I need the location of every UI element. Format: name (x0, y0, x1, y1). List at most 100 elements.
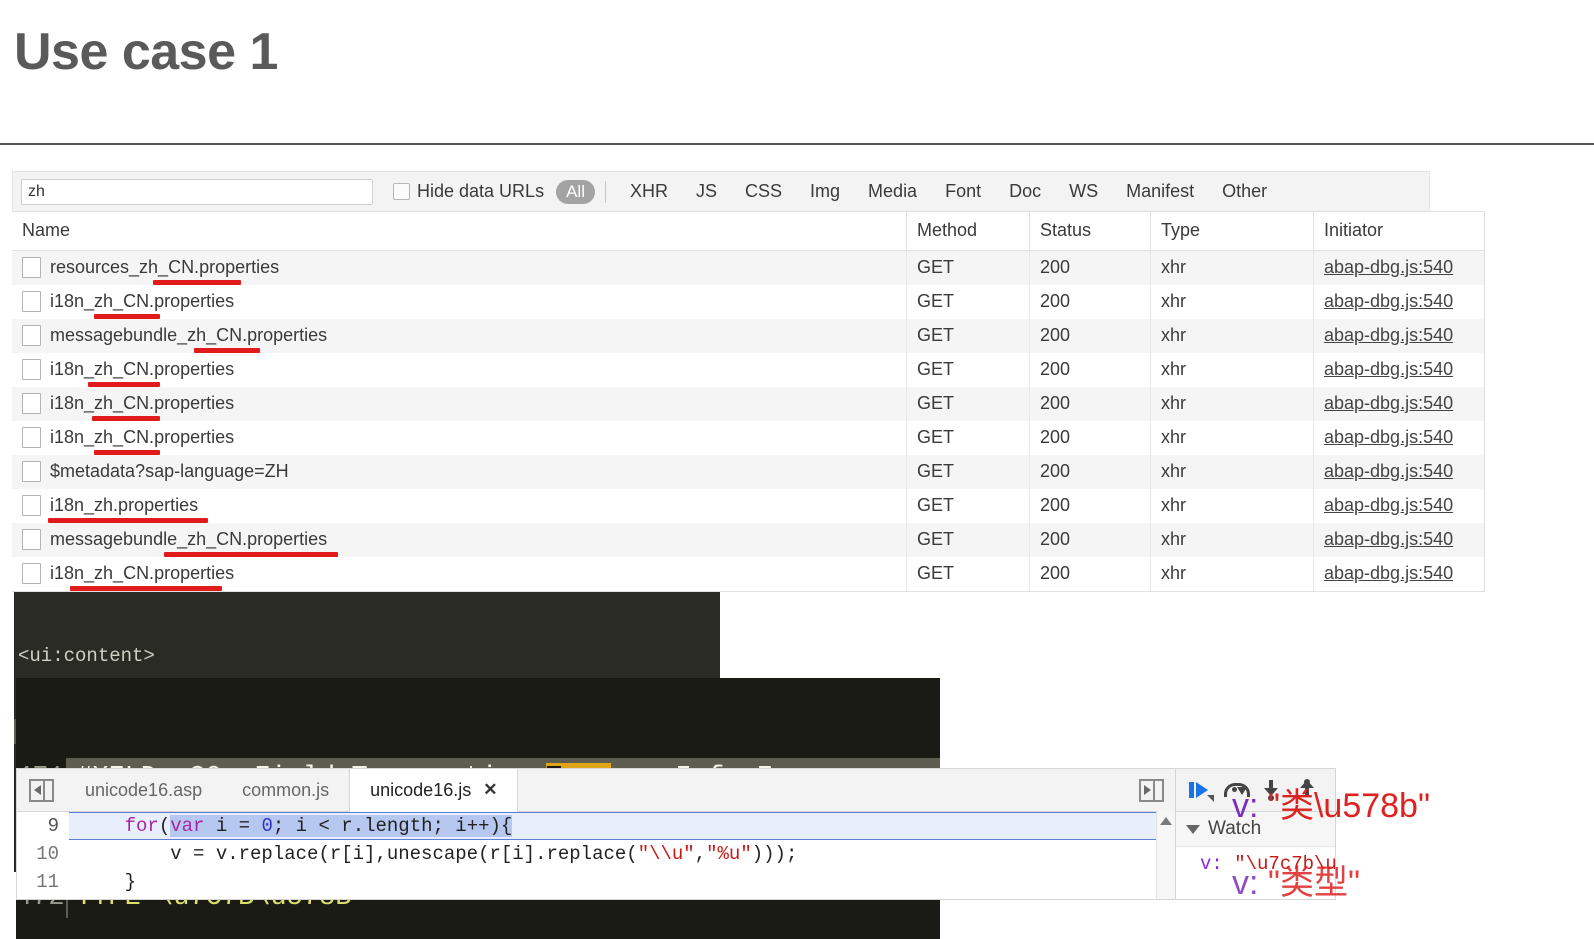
column-header-initiator[interactable]: Initiator (1313, 211, 1485, 251)
filter-type-ws[interactable]: WS (1069, 181, 1098, 202)
request-name[interactable]: i18n_zh_CN.properties (50, 427, 234, 455)
row-checkbox[interactable] (22, 495, 41, 516)
filter-type-other[interactable]: Other (1222, 181, 1267, 202)
initiator-link[interactable]: abap-dbg.js:540 (1324, 359, 1453, 379)
row-checkbox[interactable] (22, 325, 41, 346)
filter-type-all[interactable]: All (556, 179, 595, 204)
cell-method: GET (906, 523, 1030, 557)
hide-data-urls-label: Hide data URLs (417, 181, 545, 201)
row-checkbox[interactable] (22, 427, 41, 448)
row-checkbox[interactable] (22, 393, 41, 414)
table-row[interactable]: messagebundle_zh_CN.properties GET 200 xhr a… (12, 523, 1485, 557)
code-token: , (694, 843, 707, 865)
filter-type-media[interactable]: Media (868, 181, 917, 202)
annotation-escaped-value: v: "类\u578b" (1232, 778, 1430, 827)
request-name[interactable]: $metadata?sap-language=ZH (50, 461, 289, 482)
annotation-var-value: "类型" (1267, 864, 1361, 902)
show-sidebar-button[interactable] (1127, 769, 1175, 811)
request-name[interactable]: resources_zh_CN.properties (50, 257, 279, 285)
filter-separator (604, 180, 606, 203)
tab-label: common.js (242, 779, 330, 800)
cell-name: messagebundle_zh_CN.properties (12, 523, 907, 557)
screenshot-root: Use case 1 Hide data URLs All XHR JS CSS… (0, 0, 1594, 939)
line-number[interactable]: 10 (17, 840, 69, 868)
table-row[interactable]: messagebundle_zh_CN.properties GET 200 xhr a… (12, 319, 1485, 353)
table-row[interactable]: i18n_zh_CN.properties GET 200 xhr abap-dbg.j… (12, 421, 1485, 455)
initiator-link[interactable]: abap-dbg.js:540 (1324, 495, 1453, 515)
filter-type-xhr[interactable]: XHR (630, 181, 668, 202)
cell-type: xhr (1150, 421, 1314, 455)
initiator-link[interactable]: abap-dbg.js:540 (1324, 291, 1453, 311)
cell-initiator: abap-dbg.js:540 (1313, 455, 1485, 489)
code-token: } (79, 871, 137, 893)
initiator-link[interactable]: abap-dbg.js:540 (1324, 461, 1453, 481)
request-name[interactable]: i18n_zh.properties (48, 495, 208, 523)
request-name[interactable]: messagebundle_zh_CN.properties (50, 325, 327, 353)
cell-name: i18n_zh_CN.properties (12, 387, 907, 421)
row-checkbox[interactable] (22, 563, 41, 584)
tab-unicode16-asp[interactable]: unicode16.asp (65, 769, 222, 811)
cell-type: xhr (1150, 557, 1314, 592)
cell-type: xhr (1150, 285, 1314, 319)
show-navigator-button[interactable] (17, 769, 65, 811)
filter-input[interactable] (21, 178, 373, 205)
cell-method: GET (906, 421, 1030, 455)
filter-type-doc[interactable]: Doc (1009, 181, 1041, 202)
filter-type-js[interactable]: JS (696, 181, 717, 202)
filter-type-manifest[interactable]: Manifest (1126, 181, 1194, 202)
request-name[interactable]: i18n_zh_CN.properties (50, 291, 234, 319)
hide-data-urls-checkbox[interactable] (393, 183, 410, 200)
line-number[interactable]: 9 (17, 812, 69, 840)
filter-type-font[interactable]: Font (945, 181, 981, 202)
initiator-link[interactable]: abap-dbg.js:540 (1324, 427, 1453, 447)
request-name[interactable]: i18n_zh_CN.properties (50, 393, 234, 421)
line-number[interactable]: 11 (17, 868, 69, 896)
table-row[interactable]: i18n_zh_CN.properties GET 200 xhr abap-dbg.j… (12, 285, 1485, 319)
hide-data-urls-toggle[interactable]: Hide data URLs (393, 181, 544, 202)
column-header-type[interactable]: Type (1150, 211, 1314, 251)
resume-icon[interactable] (1188, 779, 1214, 802)
row-checkbox[interactable] (22, 291, 41, 312)
request-name[interactable]: i18n_zh_CN.properties (50, 359, 234, 387)
initiator-link[interactable]: abap-dbg.js:540 (1324, 563, 1453, 583)
cell-initiator: abap-dbg.js:540 (1313, 353, 1485, 387)
cell-initiator: abap-dbg.js:540 (1313, 523, 1485, 557)
initiator-link[interactable]: abap-dbg.js:540 (1324, 393, 1453, 413)
code-line-source: } (69, 868, 1175, 896)
cell-type: xhr (1150, 387, 1314, 421)
cell-type: xhr (1150, 319, 1314, 353)
table-row[interactable]: i18n_zh.properties GET 200 xhr abap-dbg.js:5… (12, 489, 1485, 523)
code-line-source: for(var i = 0; i < r.length; i++){ (69, 812, 1175, 840)
tab-common-js[interactable]: common.js (222, 769, 349, 811)
code-token: i = (204, 815, 262, 837)
request-name[interactable]: i18n_zh_CN.properties (50, 563, 234, 591)
row-checkbox[interactable] (22, 461, 41, 482)
tab-bar-spacer (518, 769, 1127, 811)
editor-scrollbar[interactable] (1156, 811, 1175, 899)
table-row[interactable]: i18n_zh_CN.properties GET 200 xhr abap-dbg.j… (12, 557, 1485, 592)
initiator-link[interactable]: abap-dbg.js:540 (1324, 529, 1453, 549)
close-icon[interactable]: ✕ (483, 780, 497, 800)
row-checkbox[interactable] (22, 257, 41, 278)
table-row[interactable]: i18n_zh_CN.properties GET 200 xhr abap-dbg.j… (12, 353, 1485, 387)
request-name[interactable]: messagebundle_zh_CN.properties (50, 529, 338, 557)
scroll-up-icon[interactable] (1160, 817, 1172, 825)
cell-initiator: abap-dbg.js:540 (1313, 285, 1485, 319)
column-header-name[interactable]: Name (12, 211, 907, 251)
cell-initiator: abap-dbg.js:540 (1313, 421, 1485, 455)
filter-type-img[interactable]: Img (810, 181, 840, 202)
table-row[interactable]: i18n_zh_CN.properties GET 200 xhr abap-dbg.j… (12, 387, 1485, 421)
filter-type-css[interactable]: CSS (745, 181, 782, 202)
row-checkbox[interactable] (22, 359, 41, 380)
table-row[interactable]: $metadata?sap-language=ZH GET 200 xhr abap-d… (12, 455, 1485, 489)
red-underline-annotation (194, 348, 260, 353)
code-editor[interactable]: 9 for(var i = 0; i < r.length; i++){10 v… (17, 812, 1175, 896)
column-header-status[interactable]: Status (1029, 211, 1151, 251)
table-row[interactable]: resources_zh_CN.properties GET 200 xhr abap-… (12, 250, 1485, 285)
row-checkbox[interactable] (22, 529, 41, 550)
code-token: ( (158, 815, 171, 837)
tab-unicode16-js[interactable]: unicode16.js ✕ (349, 769, 519, 812)
initiator-link[interactable]: abap-dbg.js:540 (1324, 257, 1453, 277)
column-header-method[interactable]: Method (906, 211, 1030, 251)
initiator-link[interactable]: abap-dbg.js:540 (1324, 325, 1453, 345)
